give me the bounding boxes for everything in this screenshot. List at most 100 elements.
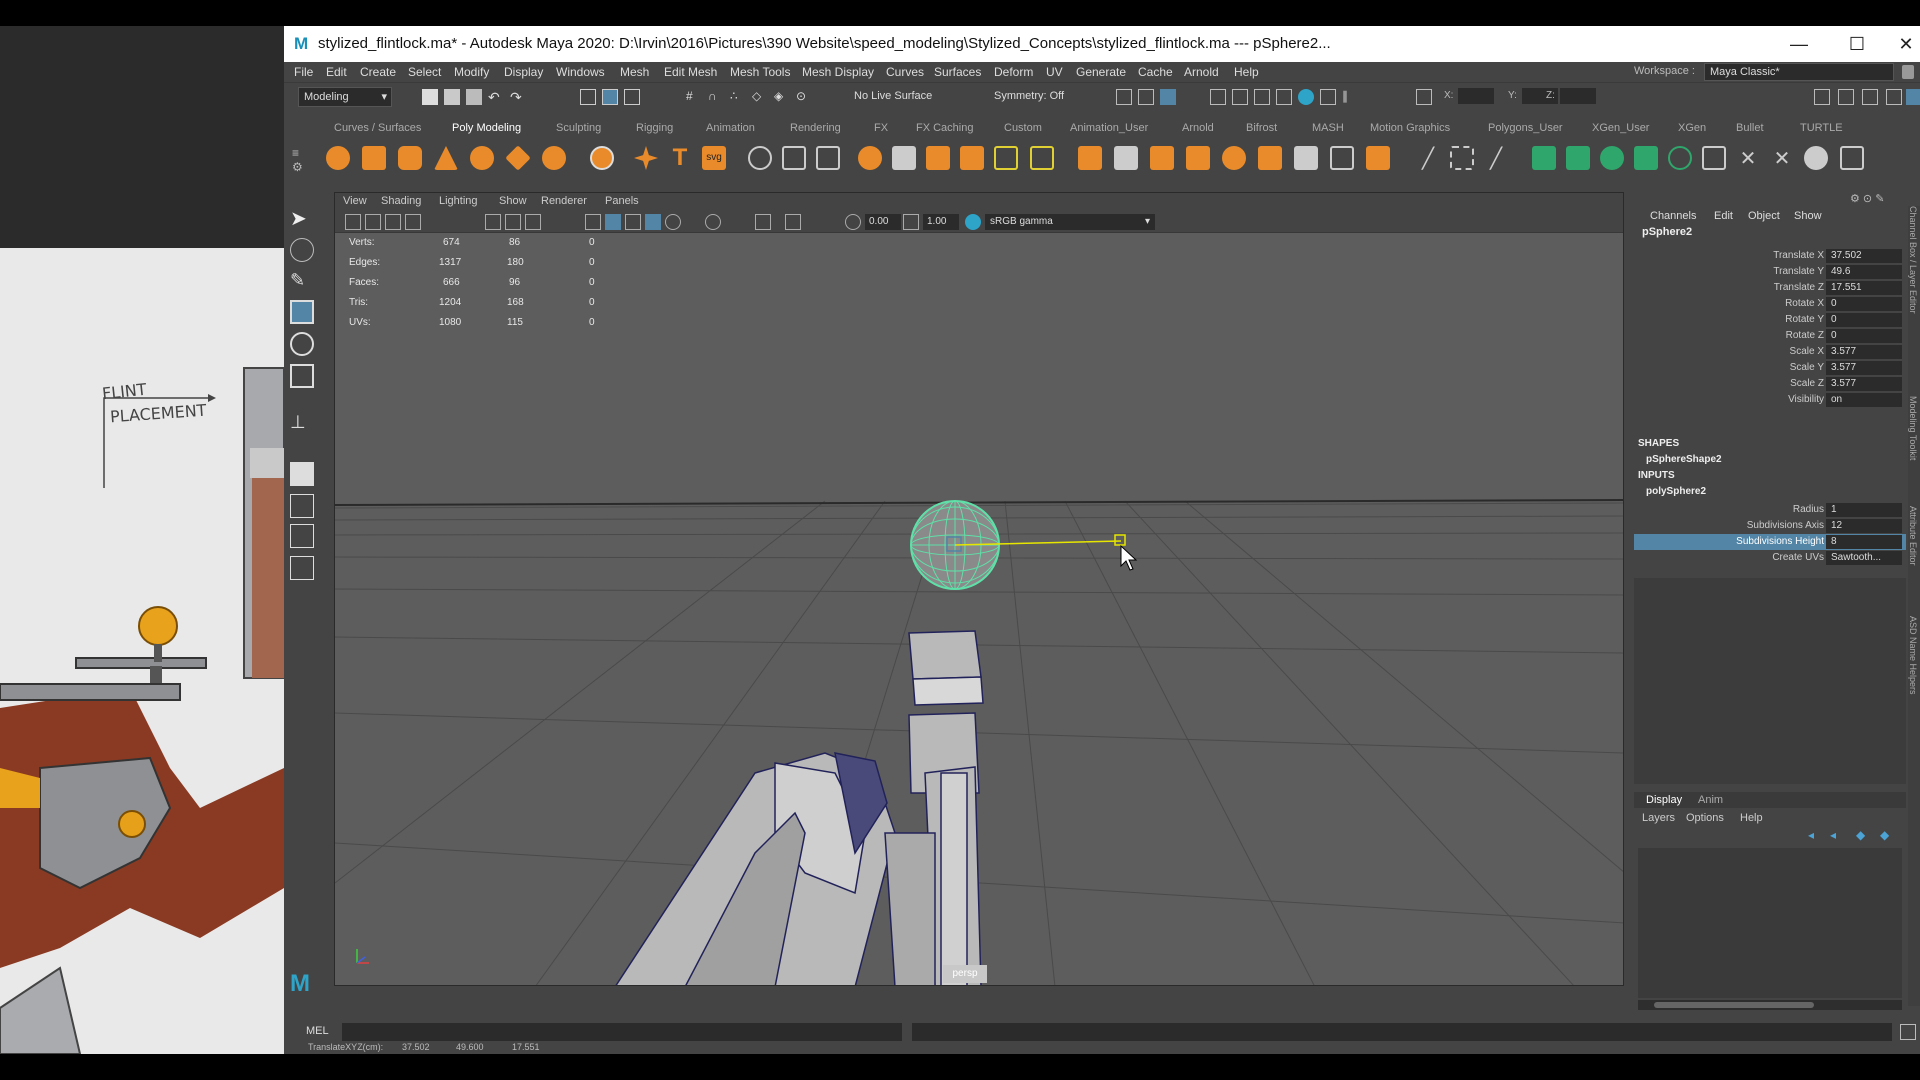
attr-value-field[interactable]: 3.577 [1826,377,1902,391]
vp-menu-renderer[interactable]: Renderer [541,195,587,207]
attr-value-field[interactable]: 1 [1826,503,1902,517]
attr-value-field[interactable]: 17.551 [1826,281,1902,295]
tool-settings-icon[interactable] [1886,89,1902,105]
symmetry-label[interactable]: Symmetry: Off [994,90,1064,102]
shelf-tab-curves-surfaces[interactable]: Curves / Surfaces [334,122,421,134]
ipr-render-icon[interactable] [1232,89,1248,105]
menu-edit[interactable]: Edit [326,65,347,79]
move-layer-up-icon[interactable]: ◂ [1808,828,1824,844]
attr-rotate-z[interactable]: Rotate Z0 [1634,328,1906,344]
offset-edge-loop-icon[interactable]: ╱ [1484,146,1508,170]
unfold-icon[interactable] [1702,146,1726,170]
smooth-shade-icon[interactable] [605,214,621,230]
shelf-tab-custom[interactable]: Custom [1004,122,1042,134]
poly-cone-icon[interactable] [434,146,458,170]
menu-generate[interactable]: Generate [1076,65,1126,79]
poly-torus-icon[interactable] [470,146,494,170]
single-perspective-icon[interactable] [290,462,314,486]
extract-icon[interactable] [926,146,950,170]
show-manipulator-icon[interactable]: ⊥ [290,412,314,436]
wireframe-icon[interactable] [585,214,601,230]
shelf-tab-fx-caching[interactable]: FX Caching [916,122,973,134]
bookmark-icon[interactable] [385,214,401,230]
shelf-tab-bullet[interactable]: Bullet [1736,122,1764,134]
minimize-button[interactable]: — [1776,30,1822,58]
platonic-solid-icon[interactable] [590,146,614,170]
side-tab-channel-box[interactable]: Channel Box / Layer Editor [1908,206,1918,314]
menu-uv[interactable]: UV [1046,65,1063,79]
extrude-icon[interactable] [1078,146,1102,170]
workspace-dropdown[interactable]: Maya Classic* [1704,63,1894,81]
attr-translate-z[interactable]: Translate Z 17.551 [1634,280,1906,296]
poly-disc-icon[interactable] [542,146,566,170]
move-tool-icon[interactable] [290,300,314,324]
boolean-icon[interactable] [858,146,882,170]
z-field[interactable] [1560,88,1596,104]
attr-create-uvs[interactable]: Create UVs Sawtooth... [1634,550,1906,566]
script-editor-icon[interactable] [1900,1024,1916,1040]
smooth-icon[interactable] [816,146,840,170]
menu-deform[interactable]: Deform [994,65,1033,79]
new-layer-selected-icon[interactable]: ◆ [1880,828,1896,844]
vp-menu-show[interactable]: Show [499,195,527,207]
construction-history-icon[interactable] [1116,89,1132,105]
attr-subdivisions-height[interactable]: Subdivisions Height 8 [1634,534,1906,550]
attr-value-field[interactable]: 37.502 [1826,249,1902,263]
attr-subdivisions-axis[interactable]: Subdivisions Axis 12 [1634,518,1906,534]
render-current-icon[interactable] [1210,89,1226,105]
menu-curves[interactable]: Curves [886,65,924,79]
layer-menu-options[interactable]: Options [1686,812,1724,824]
color-management-icon[interactable] [965,214,981,230]
attr-value-field[interactable]: 0 [1826,329,1902,343]
side-tab-modeling-toolkit[interactable]: Modeling Toolkit [1908,396,1918,460]
multi-cut-icon[interactable]: ╱ [1416,146,1440,170]
shelf-tab-animation[interactable]: Animation [706,122,755,134]
menu-create[interactable]: Create [360,65,396,79]
shelf-tab-polygons-user[interactable]: Polygons_User [1488,122,1563,134]
separate-icon[interactable] [782,146,806,170]
resolution-gate-icon[interactable] [525,214,541,230]
fill-hole-icon[interactable] [1150,146,1174,170]
attr-translate-x[interactable]: Translate X 37.502 [1634,248,1906,264]
arnold-ipr-icon[interactable] [1320,89,1336,105]
input-node-name[interactable]: polySphere2 [1646,486,1706,497]
attribute-editor-icon[interactable] [1862,89,1878,105]
attr-value-field[interactable]: 0 [1826,297,1902,311]
tab-display[interactable]: Display [1646,794,1682,806]
manipulator-handle[interactable] [1114,534,1126,546]
menu-windows[interactable]: Windows [556,65,605,79]
menu-mesh-tools[interactable]: Mesh Tools [730,65,790,79]
cb-menu-show[interactable]: Show [1794,210,1822,222]
maximize-button[interactable]: ☐ [1834,30,1880,58]
shelf-tab-animation-user[interactable]: Animation_User [1070,122,1148,134]
close-button[interactable]: ✕ [1892,30,1920,58]
python-script-icon[interactable] [1804,146,1828,170]
attr-visibility[interactable]: Visibility on [1634,392,1906,408]
color-space-dropdown[interactable]: sRGB gamma ▾ [985,214,1155,230]
lock-icon[interactable] [1902,65,1914,79]
lights-icon[interactable] [665,214,681,230]
shelf-tab-rigging[interactable]: Rigging [636,122,673,134]
attr-translate-y[interactable]: Translate Y 49.6 [1634,264,1906,280]
menu-modify[interactable]: Modify [454,65,489,79]
shelf-menu-icon[interactable]: ≡ [292,146,299,160]
select-component-icon[interactable] [624,89,640,105]
bridge-icon[interactable] [1030,146,1054,170]
poly-text-icon[interactable]: T [668,146,692,170]
svg-icon[interactable]: svg [702,146,726,170]
snap-live-icon[interactable]: ⊙ [796,89,812,105]
menu-select[interactable]: Select [408,65,441,79]
attr-value-field[interactable]: 8 [1826,535,1902,549]
select-hierarchy-icon[interactable] [580,89,596,105]
hypershade-icon[interactable] [1276,89,1292,105]
menu-surfaces[interactable]: Surfaces [934,65,981,79]
merge-icon[interactable] [1294,146,1318,170]
shelf-tab-sculpting[interactable]: Sculpting [556,122,601,134]
xray-icon[interactable] [785,214,801,230]
attr-value-field[interactable]: 3.577 [1826,361,1902,375]
camera-attributes-icon[interactable] [365,214,381,230]
character-controls-icon[interactable] [1838,89,1854,105]
live-surface-label[interactable]: No Live Surface [854,90,932,102]
shelf-tab-xgen[interactable]: XGen [1678,122,1706,134]
wireframe-on-shaded-icon[interactable] [625,214,641,230]
